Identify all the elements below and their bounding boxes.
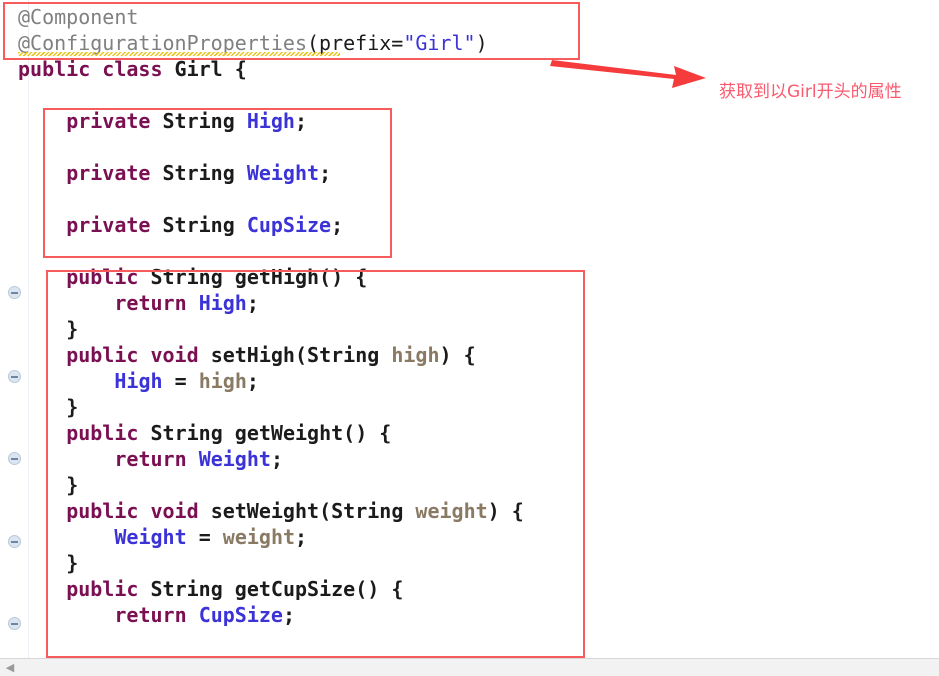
code-line[interactable]: private String Weight; xyxy=(0,160,939,186)
code-token: @Component xyxy=(18,5,139,29)
code-token: = xyxy=(174,369,199,393)
code-line[interactable]: @Component xyxy=(0,4,939,30)
code-line[interactable]: return Weight; xyxy=(0,446,939,472)
code-token: high xyxy=(198,369,247,393)
code-token: ) xyxy=(475,31,488,55)
code-token: ; xyxy=(246,369,259,393)
code-token: High xyxy=(198,291,247,315)
code-token: ; xyxy=(270,447,283,471)
code-token: String xyxy=(331,499,416,523)
code-line[interactable]: return CupSize; xyxy=(0,602,939,628)
code-line[interactable]: } xyxy=(0,472,939,498)
code-line[interactable] xyxy=(0,238,939,264)
code-token: High xyxy=(114,369,175,393)
code-line[interactable]: return High; xyxy=(0,290,939,316)
code-line[interactable]: private String CupSize; xyxy=(0,212,939,238)
code-token: } xyxy=(66,317,79,341)
code-token: private xyxy=(66,161,163,185)
code-token: ; xyxy=(295,525,308,549)
code-token: Girl xyxy=(174,57,235,81)
code-token: ; xyxy=(319,161,332,185)
code-token: public xyxy=(66,421,151,445)
code-token: return xyxy=(114,291,199,315)
code-token: High xyxy=(246,109,295,133)
code-token: () { xyxy=(355,577,404,601)
code-token: ) { xyxy=(487,499,524,523)
code-line[interactable]: } xyxy=(0,550,939,576)
code-token: String xyxy=(162,213,247,237)
warning-squiggle-underline xyxy=(18,52,340,56)
code-token: public void xyxy=(66,343,211,367)
code-token: weight xyxy=(415,499,488,523)
code-line[interactable]: } xyxy=(0,316,939,342)
code-token: public class xyxy=(18,57,175,81)
code-line[interactable]: Weight = weight; xyxy=(0,524,939,550)
code-line[interactable]: public void setWeight(String weight) { xyxy=(0,498,939,524)
code-token: public void xyxy=(66,499,211,523)
code-line[interactable] xyxy=(0,186,939,212)
code-token: ) { xyxy=(439,343,476,367)
code-token: String xyxy=(150,265,235,289)
code-token: String xyxy=(150,421,235,445)
code-token: () { xyxy=(343,421,392,445)
code-token: Weight xyxy=(198,447,271,471)
code-token: CupSize xyxy=(246,213,332,237)
code-line[interactable]: public String getCupSize() { xyxy=(0,576,939,602)
horizontal-scrollbar-thumb[interactable] xyxy=(18,661,618,674)
code-token: ( xyxy=(319,499,332,523)
code-token: "Girl" xyxy=(403,31,476,55)
code-token: getCupSize xyxy=(234,577,356,601)
code-token: } xyxy=(66,551,79,575)
code-token: ; xyxy=(246,291,259,315)
code-line[interactable]: public String getHigh() { xyxy=(0,264,939,290)
code-token: CupSize xyxy=(198,603,283,627)
code-token: String xyxy=(307,343,392,367)
code-token: private xyxy=(66,109,163,133)
annotation-note-text: 获取到以Girl开头的属性 xyxy=(719,82,902,102)
code-token: setHigh xyxy=(210,343,295,367)
code-editor-screenshot: @Component @ConfigurationProperties(prefi… xyxy=(0,0,939,676)
code-token: Weight xyxy=(114,525,199,549)
code-token: return xyxy=(114,447,199,471)
code-line[interactable]: } xyxy=(0,394,939,420)
code-token: getWeight xyxy=(234,421,344,445)
code-token: ; xyxy=(282,603,296,627)
code-token: setWeight xyxy=(210,499,320,523)
code-token: } xyxy=(66,395,79,419)
horizontal-scrollbar[interactable]: ◀ xyxy=(0,658,939,676)
code-token: weight xyxy=(222,525,296,549)
code-token: ; xyxy=(294,109,308,133)
code-token: public xyxy=(66,577,151,601)
code-line[interactable] xyxy=(0,134,939,160)
code-line[interactable]: High = high; xyxy=(0,368,939,394)
code-token: String xyxy=(162,161,247,185)
code-token: Weight xyxy=(246,161,320,185)
code-token: String xyxy=(162,109,247,133)
annotation-arrow-icon xyxy=(550,60,706,88)
code-token: ; xyxy=(331,213,344,237)
code-token: () { xyxy=(319,265,368,289)
code-line[interactable]: public void setHigh(String high) { xyxy=(0,342,939,368)
code-token: high xyxy=(391,343,440,367)
code-token: getHigh xyxy=(234,265,320,289)
code-token: ( xyxy=(294,343,308,367)
code-token: private xyxy=(66,213,163,237)
code-token: = xyxy=(198,525,223,549)
code-token: String xyxy=(150,577,235,601)
code-line[interactable]: public String getWeight() { xyxy=(0,420,939,446)
code-line[interactable]: private String High; xyxy=(0,108,939,134)
code-token: public xyxy=(66,265,151,289)
scroll-left-arrow-icon[interactable]: ◀ xyxy=(4,662,16,674)
code-token: return xyxy=(114,603,199,627)
code-token: { xyxy=(234,57,247,81)
code-token: } xyxy=(66,473,79,497)
